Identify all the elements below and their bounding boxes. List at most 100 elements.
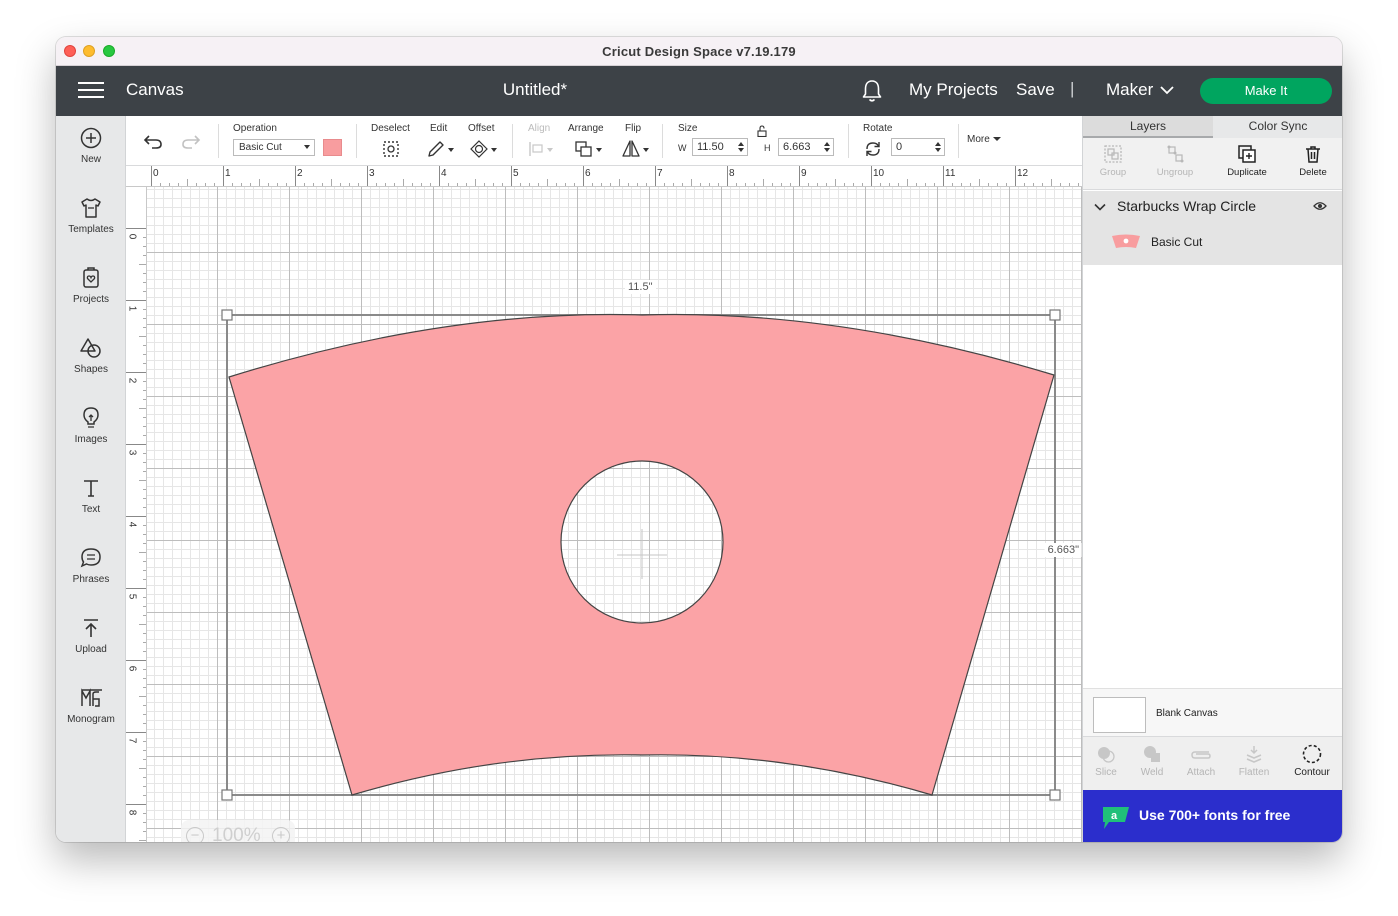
visibility-eye-icon[interactable] bbox=[1313, 201, 1327, 211]
ruler-tick-label: 3 bbox=[369, 168, 375, 179]
align-icon[interactable] bbox=[527, 140, 555, 158]
sidebar-item-upload[interactable]: Upload bbox=[56, 616, 126, 676]
rotate-input[interactable]: 0 bbox=[891, 138, 945, 156]
flip-icon[interactable] bbox=[621, 139, 651, 159]
fonts-promo-banner[interactable]: a Use 700+ fonts for free bbox=[1083, 790, 1342, 842]
sidebar-item-label: Phrases bbox=[72, 574, 110, 585]
resize-handle[interactable] bbox=[1049, 309, 1061, 321]
ruler-tick-label: 11 bbox=[945, 168, 956, 179]
edit-pencil-icon[interactable] bbox=[426, 140, 456, 158]
machine-selector[interactable]: Maker bbox=[1106, 80, 1153, 100]
resize-handle[interactable] bbox=[221, 789, 233, 801]
zoom-out-button[interactable]: − bbox=[186, 827, 204, 842]
ruler-tick bbox=[151, 166, 152, 186]
rotate-icon[interactable] bbox=[864, 140, 882, 158]
group-button[interactable]: Group bbox=[1083, 144, 1143, 178]
slice-icon bbox=[1098, 747, 1115, 763]
operation-color-swatch[interactable] bbox=[323, 139, 342, 156]
deselect-icon[interactable] bbox=[381, 139, 401, 159]
sidebar-item-phrases[interactable]: Phrases bbox=[56, 546, 126, 606]
zoom-in-button[interactable]: + bbox=[272, 827, 290, 842]
width-dimension-label: 11.5" bbox=[625, 280, 656, 294]
tab-color-sync[interactable]: Color Sync bbox=[1213, 116, 1342, 138]
resize-handle[interactable] bbox=[221, 309, 233, 321]
width-input[interactable]: 11.50 bbox=[692, 138, 748, 156]
fonts-promo-text: Use 700+ fonts for free bbox=[1139, 807, 1291, 823]
ruler-tick bbox=[126, 300, 146, 301]
save-button[interactable]: Save bbox=[1016, 80, 1055, 100]
sidebar-item-templates[interactable]: Templates bbox=[56, 196, 126, 256]
sidebar-item-images[interactable]: Images bbox=[56, 406, 126, 466]
design-canvas[interactable]: 11.5" 6.663" − 100% + bbox=[147, 187, 1082, 842]
ungroup-label: Ungroup bbox=[1156, 167, 1194, 178]
panel-tabs: Layers Color Sync bbox=[1083, 116, 1342, 138]
ruler-tick-label: 0 bbox=[153, 168, 159, 179]
duplicate-button[interactable]: Duplicate bbox=[1217, 144, 1277, 178]
operation-select[interactable]: Basic Cut bbox=[233, 139, 315, 156]
stepper-icon[interactable] bbox=[824, 141, 830, 153]
sidebar-item-monogram[interactable]: Monogram bbox=[56, 686, 126, 746]
upload-icon bbox=[84, 619, 98, 637]
sidebar-item-label: Templates bbox=[68, 224, 114, 235]
ruler-minor-tick bbox=[907, 179, 908, 186]
slice-button[interactable]: Slice bbox=[1080, 744, 1132, 778]
toolbar-divider bbox=[848, 124, 849, 158]
ruler-tick-label: 2 bbox=[126, 377, 138, 384]
toolbar-divider bbox=[218, 124, 219, 158]
zoom-control: − 100% + bbox=[181, 820, 295, 842]
toolbar-divider bbox=[662, 124, 663, 158]
undo-icon[interactable] bbox=[143, 134, 163, 150]
more-menu[interactable]: More bbox=[967, 134, 1001, 145]
flatten-icon bbox=[1246, 746, 1262, 763]
contour-button[interactable]: Contour bbox=[1286, 744, 1338, 778]
ruler-minor-tick bbox=[1051, 179, 1052, 186]
weld-button[interactable]: Weld bbox=[1126, 744, 1178, 778]
ruler-tick-label: 7 bbox=[657, 168, 663, 179]
flatten-button[interactable]: Flatten bbox=[1228, 744, 1280, 778]
ungroup-button[interactable]: Ungroup bbox=[1145, 144, 1205, 178]
arrange-icon[interactable] bbox=[574, 140, 604, 158]
app-window: Cricut Design Space v7.19.179 Canvas Unt… bbox=[56, 37, 1342, 842]
my-projects-link[interactable]: My Projects bbox=[909, 80, 998, 100]
chevron-down-icon[interactable] bbox=[1094, 203, 1106, 211]
stepper-icon[interactable] bbox=[935, 141, 941, 153]
ruler-tick bbox=[1015, 166, 1016, 186]
align-label: Align bbox=[528, 123, 551, 134]
ruler-tick bbox=[223, 166, 224, 186]
layer-name: Basic Cut bbox=[1151, 235, 1203, 249]
ruler-tick bbox=[126, 516, 146, 517]
contour-label: Contour bbox=[1294, 767, 1330, 778]
height-input[interactable]: 6.663 bbox=[778, 138, 834, 156]
sidebar-item-projects[interactable]: Projects bbox=[56, 266, 126, 326]
chevron-down-icon[interactable] bbox=[1159, 84, 1175, 96]
blank-canvas-swatch[interactable] bbox=[1093, 697, 1146, 733]
duplicate-icon bbox=[1238, 145, 1256, 163]
stepper-icon[interactable] bbox=[738, 141, 744, 153]
deselect-label: Deselect bbox=[371, 123, 410, 134]
redo-icon[interactable] bbox=[181, 134, 201, 150]
delete-button[interactable]: Delete bbox=[1283, 144, 1342, 178]
tab-layers[interactable]: Layers bbox=[1083, 116, 1213, 138]
ruler-tick bbox=[126, 660, 146, 661]
layer-group-name[interactable]: Starbucks Wrap Circle bbox=[1117, 198, 1256, 214]
offset-icon[interactable] bbox=[469, 140, 499, 158]
text-icon bbox=[84, 480, 98, 497]
size-label: Size bbox=[678, 123, 698, 134]
ruler-tick-label: 10 bbox=[873, 168, 885, 179]
sidebar-item-shapes[interactable]: Shapes bbox=[56, 336, 126, 396]
attach-button[interactable]: Attach bbox=[1175, 744, 1227, 778]
resize-handle[interactable] bbox=[1049, 789, 1061, 801]
sidebar-item-text[interactable]: Text bbox=[56, 476, 126, 536]
monogram-icon bbox=[81, 688, 102, 707]
layer-item[interactable]: Basic Cut bbox=[1083, 227, 1342, 259]
make-it-button[interactable]: Make It bbox=[1200, 78, 1332, 104]
notification-bell-icon[interactable] bbox=[860, 78, 884, 104]
sidebar-item-new[interactable]: New bbox=[56, 126, 126, 186]
offset-label: Offset bbox=[468, 123, 495, 134]
ruler-tick bbox=[126, 372, 146, 373]
ruler-tick bbox=[367, 166, 368, 186]
lock-aspect-icon[interactable] bbox=[756, 125, 768, 137]
ruler-minor-tick bbox=[187, 179, 188, 186]
ruler-tick bbox=[943, 166, 944, 186]
ruler-minor-tick bbox=[139, 696, 146, 697]
